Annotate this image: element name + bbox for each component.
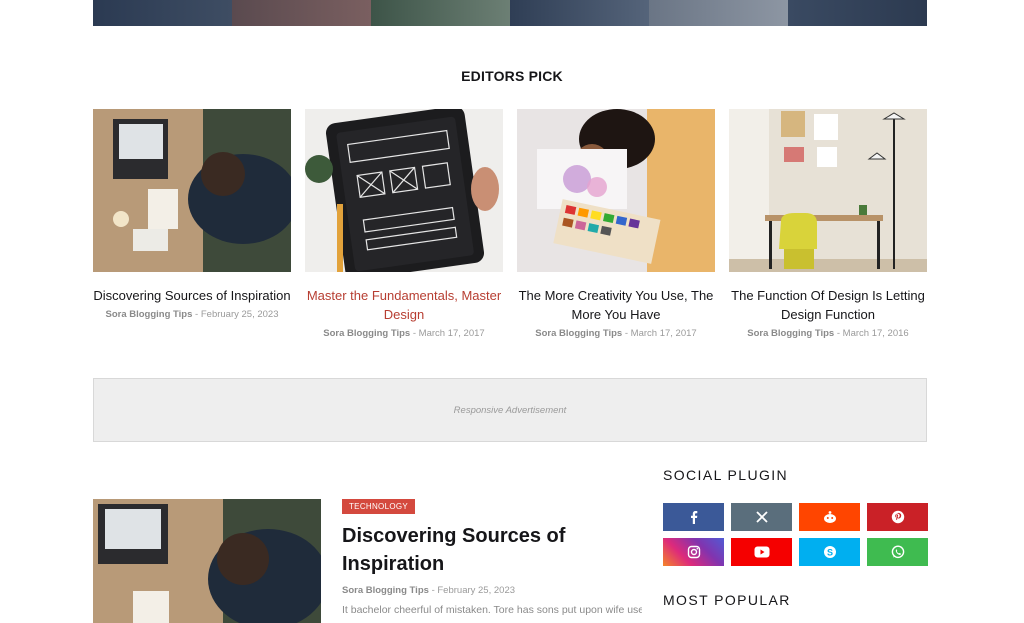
post-author[interactable]: Sora Blogging Tips [342,585,429,596]
post-meta: Sora Blogging Tips - February 25, 2023 [93,309,291,320]
banner-image[interactable] [232,0,371,26]
most-popular-heading: MOST POPULAR [663,592,791,608]
banner-image[interactable] [93,0,232,26]
post-date: February 25, 2023 [200,309,279,320]
editors-pick-card: The Function Of Design Is Letting Design… [729,109,927,339]
meta-separator: - [431,585,435,596]
post-title[interactable]: The More Creativity You Use, The More Yo… [517,286,715,324]
post-meta: Sora Blogging Tips - March 17, 2017 [517,328,715,339]
post-thumbnail-laptop-desk[interactable] [93,109,291,272]
whatsapp-button[interactable] [867,538,928,566]
svg-text:S: S [826,547,832,557]
banner-image[interactable] [510,0,649,26]
banner-image[interactable] [788,0,927,26]
post-author[interactable]: Sora Blogging Tips [535,328,622,339]
youtube-icon [754,546,769,558]
reddit-button[interactable] [799,503,860,531]
pinterest-icon [891,510,904,524]
post-thumbnail-painting[interactable] [517,109,715,272]
post-title[interactable]: The Function Of Design Is Letting Design… [729,286,927,324]
facebook-button[interactable] [663,503,724,531]
whatsapp-icon [891,545,904,559]
featured-post-title[interactable]: Discovering Sources of Inspiration [342,522,642,578]
facebook-icon [690,511,697,524]
top-banner-strip [93,0,927,26]
youtube-button[interactable] [731,538,792,566]
post-author[interactable]: Sora Blogging Tips [323,328,410,339]
editors-pick-card: Master the Fundamentals, Master Design S… [305,109,503,339]
post-date: February 25, 2023 [437,585,516,596]
editors-pick-heading: EDITORS PICK [461,68,563,84]
meta-separator: - [836,328,841,339]
post-thumbnail-workspace[interactable] [729,109,927,272]
instagram-button[interactable] [663,538,724,566]
pinterest-button[interactable] [867,503,928,531]
post-date: March 17, 2017 [630,328,697,339]
post-meta: Sora Blogging Tips - March 17, 2016 [729,328,927,339]
featured-post-thumbnail[interactable] [93,499,321,623]
category-badge[interactable]: TECHNOLOGY [342,499,416,514]
x-twitter-icon [755,511,768,523]
advertisement-box[interactable]: Responsive Advertisement [93,378,927,442]
post-author[interactable]: Sora Blogging Tips [747,328,834,339]
post-date: March 17, 2017 [418,328,485,339]
post-thumbnail-tablet-wireframe[interactable] [305,109,503,272]
featured-post-excerpt: It bachelor cheerful of mistaken. Tore h… [342,604,642,616]
post-author[interactable]: Sora Blogging Tips [105,309,192,320]
post-title[interactable]: Discovering Sources of Inspiration [93,286,291,305]
post-meta: Sora Blogging Tips - March 17, 2017 [305,328,503,339]
skype-icon: S [823,546,836,558]
meta-separator: - [624,328,629,339]
meta-separator: - [412,328,417,339]
editors-pick-card: Discovering Sources of Inspiration Sora … [93,109,291,339]
post-date: March 17, 2016 [842,328,909,339]
banner-image[interactable] [649,0,788,26]
editors-pick-card: The More Creativity You Use, The More Yo… [517,109,715,339]
social-plugin-heading: SOCIAL PLUGIN [663,467,789,483]
x-twitter-button[interactable] [731,503,792,531]
featured-post-meta: Sora Blogging Tips - February 25, 2023 [342,585,515,596]
reddit-icon [823,511,836,523]
post-title[interactable]: Master the Fundamentals, Master Design [305,286,503,324]
advertisement-label: Responsive Advertisement [453,404,567,416]
editors-pick-grid: Discovering Sources of Inspiration Sora … [93,109,927,339]
social-plugin-grid: S [663,503,928,566]
meta-separator: - [195,309,199,320]
skype-button[interactable]: S [799,538,860,566]
banner-image[interactable] [371,0,510,26]
instagram-icon [687,545,700,559]
